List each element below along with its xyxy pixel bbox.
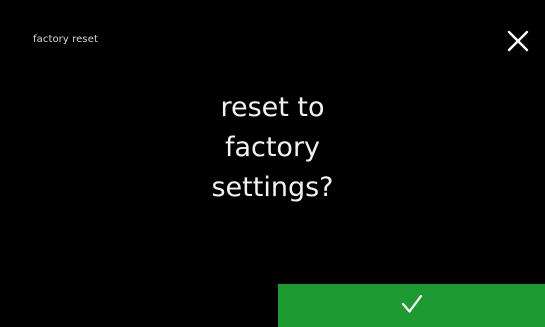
checkmark-icon [400,293,424,319]
screen-title: factory reset [33,34,99,45]
close-icon [506,29,530,57]
prompt-line: settings? [211,172,334,203]
reset-prompt: reset to factory settings? [0,88,545,208]
prompt-line: factory [224,132,321,163]
close-button[interactable] [498,23,538,63]
prompt-line: reset to [220,92,325,123]
confirm-button[interactable] [278,284,545,327]
factory-reset-screen: factory reset reset to factory settings? [0,0,545,327]
